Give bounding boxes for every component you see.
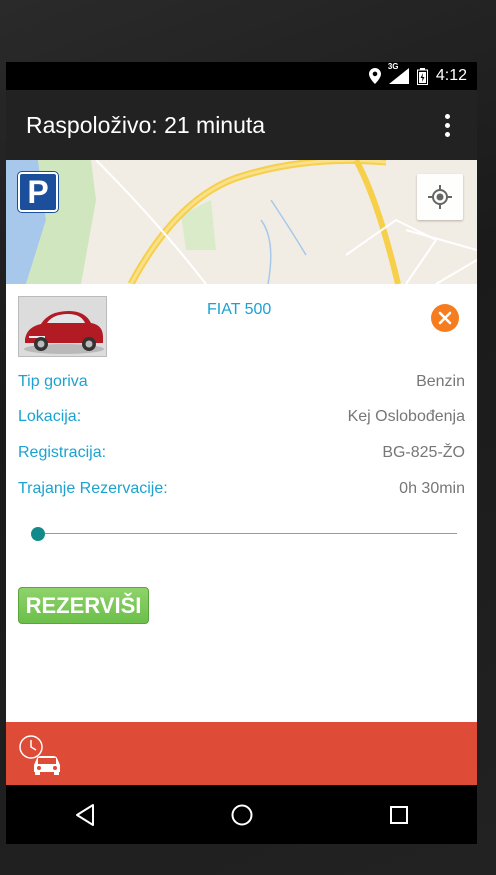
detail-value: BG-825-ŽO: [382, 444, 465, 461]
slider-track: [31, 533, 457, 534]
detail-label: Tip goriva: [18, 373, 88, 390]
slider-thumb[interactable]: [31, 527, 45, 541]
system-nav-bar: [6, 785, 477, 844]
home-button[interactable]: [212, 795, 272, 835]
detail-label: Registracija:: [18, 444, 107, 461]
parking-icon: P: [18, 172, 58, 212]
device-frame: 3G 4:12 Raspoloživo: 21 minuta P FIAT 50…: [0, 0, 496, 875]
signal-icon: 3G: [388, 62, 409, 84]
close-button[interactable]: [431, 304, 459, 332]
detail-row-duration: Trajanje Rezervacije: 0h 30min: [18, 480, 465, 498]
duration-slider[interactable]: [31, 524, 457, 544]
phone-screen: 3G 4:12 Raspoloživo: 21 minuta P FIAT 50…: [6, 62, 477, 844]
status-bar: 3G 4:12: [6, 62, 477, 90]
detail-row-location: Lokacija: Kej Oslobođenja: [18, 408, 465, 426]
crosshair-icon: [428, 185, 452, 209]
home-circle-icon: [231, 804, 252, 825]
recents-button[interactable]: [369, 795, 429, 835]
timed-car-icon[interactable]: [18, 734, 62, 776]
map-view[interactable]: P: [6, 160, 477, 284]
back-triangle-icon: [75, 803, 94, 826]
battery-icon: [416, 67, 428, 85]
detail-label: Trajanje Rezervacije:: [18, 480, 168, 497]
detail-row-registration: Registracija: BG-825-ŽO: [18, 444, 465, 462]
detail-value: Kej Oslobođenja: [347, 408, 465, 425]
car-image: [18, 296, 107, 357]
car-details-card: FIAT 500 Tip goriva Benzin Lokacija: Kej…: [6, 284, 477, 722]
location-pin-icon: [368, 68, 381, 84]
detail-label: Lokacija:: [18, 408, 82, 425]
map-tiles: [6, 160, 477, 284]
page-title: Raspoloživo: 21 minuta: [26, 111, 266, 138]
recents-square-icon: [389, 805, 408, 824]
close-icon: [438, 311, 452, 325]
car-name: FIAT 500: [207, 301, 272, 318]
clock: 4:12: [435, 67, 467, 84]
reserve-button[interactable]: REZERVIŠI: [18, 587, 149, 624]
detail-row-fuel: Tip goriva Benzin: [18, 373, 465, 391]
network-type-label: 3G: [387, 62, 399, 71]
bottom-bar: [6, 722, 477, 785]
back-button[interactable]: [55, 795, 115, 835]
detail-value: 0h 30min: [399, 480, 465, 497]
car-photo-icon: [19, 297, 106, 356]
detail-value: Benzin: [416, 373, 465, 390]
overflow-menu-icon[interactable]: [437, 113, 457, 137]
app-bar: Raspoloživo: 21 minuta: [6, 90, 477, 160]
my-location-button[interactable]: [417, 174, 463, 220]
